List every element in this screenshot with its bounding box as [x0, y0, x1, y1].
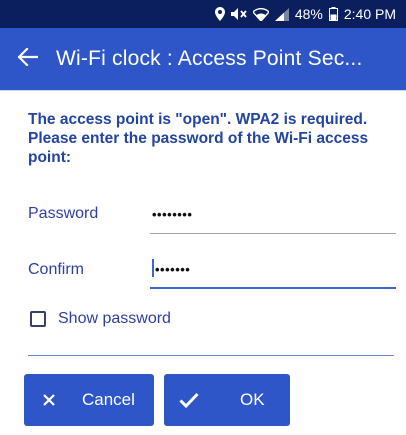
location-icon — [214, 7, 225, 21]
arrow-left-icon — [17, 46, 39, 71]
password-field[interactable]: •••••••• — [150, 204, 396, 234]
back-button[interactable] — [0, 28, 56, 90]
cancel-button[interactable]: Cancel — [24, 374, 154, 426]
battery-icon — [328, 7, 338, 21]
status-time: 2:40 PM — [343, 6, 396, 22]
cancel-label: Cancel — [82, 390, 135, 409]
close-icon — [38, 394, 60, 406]
confirm-label: Confirm — [28, 261, 85, 278]
app-bar: Wi-Fi clock : Access Point Sec... — [0, 28, 406, 90]
check-icon — [178, 392, 200, 408]
password-label: Password — [28, 205, 99, 222]
confirm-field[interactable]: ••••••• — [150, 259, 396, 289]
confirm-value: ••••••• — [155, 262, 191, 277]
password-underline — [150, 233, 396, 234]
page-title: Wi-Fi clock : Access Point Sec... — [56, 47, 363, 70]
ok-label: OK — [240, 390, 265, 409]
password-value: •••••••• — [152, 207, 193, 222]
show-password-label: Show password — [58, 310, 171, 327]
show-password-toggle[interactable]: Show password — [30, 310, 171, 328]
status-bar: 48% 2:40 PM — [0, 0, 406, 28]
wifi-icon — [252, 7, 269, 21]
battery-percentage: 48% — [294, 6, 323, 22]
confirm-underline — [150, 287, 396, 289]
signal-icon — [274, 7, 289, 21]
ok-button[interactable]: OK — [164, 374, 290, 426]
header-divider — [0, 90, 406, 91]
form-divider — [28, 355, 394, 356]
mute-icon — [230, 7, 247, 21]
show-password-checkbox[interactable] — [30, 311, 46, 327]
text-cursor — [152, 259, 154, 277]
instruction-message: The access point is "open". WPA2 is requ… — [28, 111, 369, 166]
